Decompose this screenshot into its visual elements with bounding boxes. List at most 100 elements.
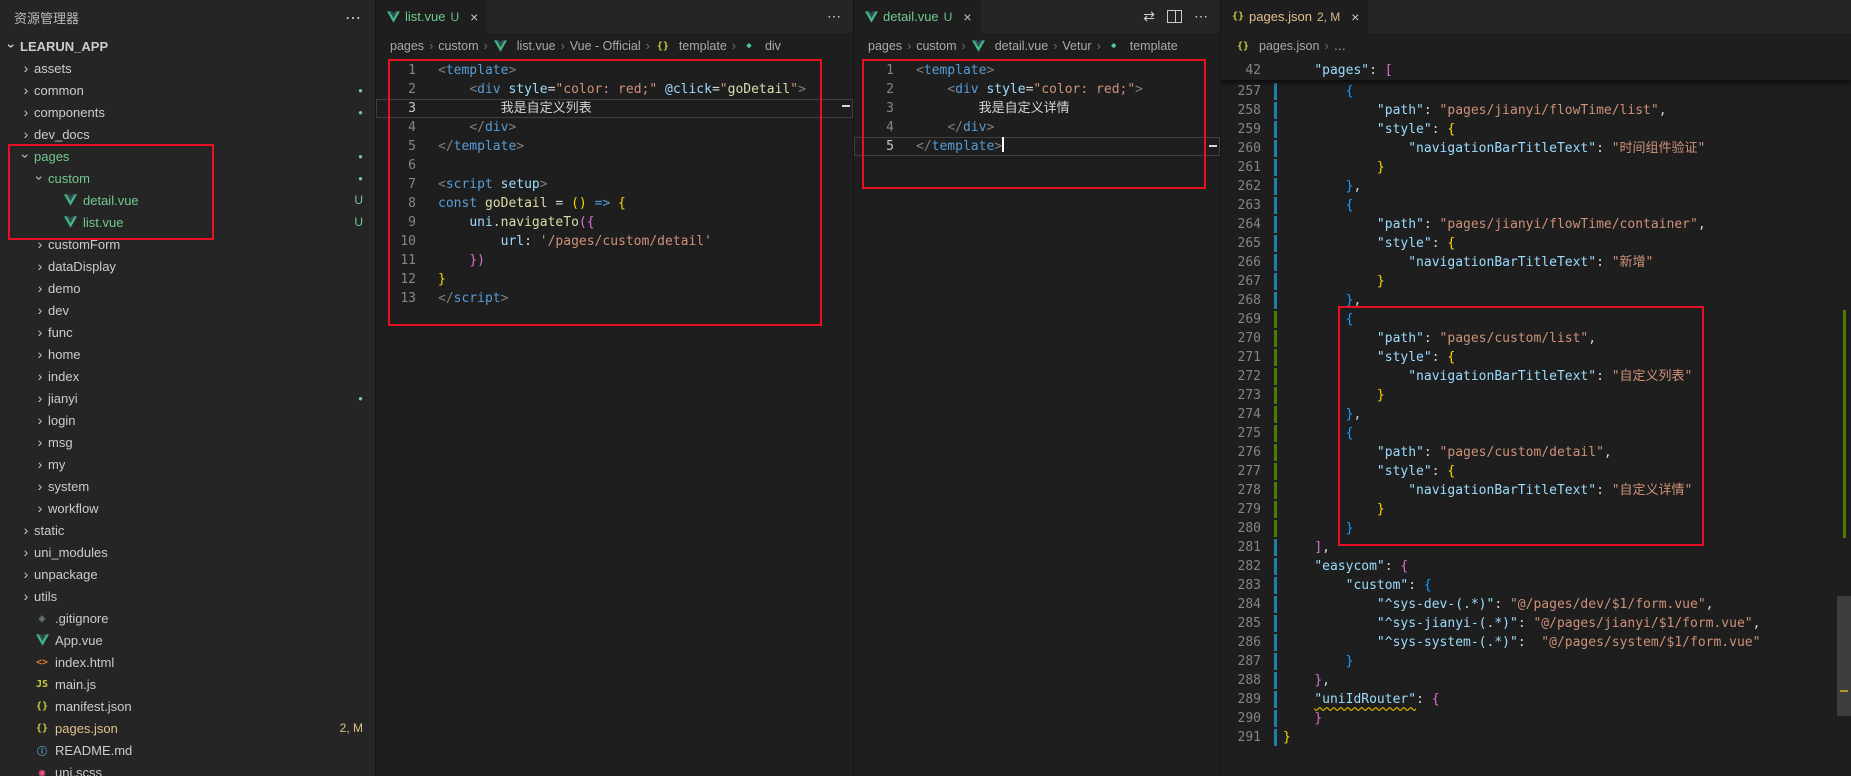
close-icon[interactable]: × bbox=[1351, 9, 1359, 25]
breadcrumb-item[interactable]: detail.vue bbox=[971, 39, 1049, 53]
code-line-42[interactable]: 42 "pages": [ bbox=[1221, 61, 1851, 80]
code-line-261[interactable]: 261 } bbox=[1221, 158, 1851, 177]
breadcrumb-item[interactable]: ◆div bbox=[741, 39, 781, 53]
code-line-285[interactable]: 285 "^sys-jianyi-(.*)": "@/pages/jianyi/… bbox=[1221, 614, 1851, 633]
breadcrumb-item[interactable]: {}pages.json bbox=[1235, 39, 1319, 53]
code-line-273[interactable]: 273 } bbox=[1221, 386, 1851, 405]
code-line-274[interactable]: 274 }, bbox=[1221, 405, 1851, 424]
tree-item-common[interactable]: ›common● bbox=[0, 79, 375, 101]
code-line-288[interactable]: 288 }, bbox=[1221, 671, 1851, 690]
tree-item-system[interactable]: ›system bbox=[0, 475, 375, 497]
code-line-260[interactable]: 260 "navigationBarTitleText": "时间组件验证" bbox=[1221, 139, 1851, 158]
code-line-287[interactable]: 287 } bbox=[1221, 652, 1851, 671]
tree-item-dev[interactable]: ›dev bbox=[0, 299, 375, 321]
close-icon[interactable]: × bbox=[963, 9, 971, 25]
tree-item-main.js[interactable]: JSmain.js bbox=[0, 673, 375, 695]
code-line-281[interactable]: 281 ], bbox=[1221, 538, 1851, 557]
more-actions-icon[interactable]: ⋯ bbox=[1194, 8, 1208, 25]
code-line-2[interactable]: 2 <div style="color: red;" @click="goDet… bbox=[376, 80, 853, 99]
tree-item-index.html[interactable]: <>index.html bbox=[0, 651, 375, 673]
code-editor[interactable]: 42 "pages": [ 257 {258 "path": "pages/jia… bbox=[1221, 59, 1851, 776]
code-line-282[interactable]: 282 "easycom": { bbox=[1221, 557, 1851, 576]
tree-item-list.vue[interactable]: list.vueU bbox=[0, 211, 375, 233]
tree-item-README.md[interactable]: ⓘREADME.md bbox=[0, 739, 375, 761]
tree-item-demo[interactable]: ›demo bbox=[0, 277, 375, 299]
code-line-263[interactable]: 263 { bbox=[1221, 196, 1851, 215]
tree-item-manifest.json[interactable]: {}manifest.json bbox=[0, 695, 375, 717]
code-editor[interactable]: 1<template>2 <div style="color: red;">3 … bbox=[854, 59, 1220, 776]
code-line-1[interactable]: 1<template> bbox=[376, 61, 853, 80]
tree-item-.gitignore[interactable]: ◈.gitignore bbox=[0, 607, 375, 629]
code-line-2[interactable]: 2 <div style="color: red;"> bbox=[854, 80, 1220, 99]
code-line-272[interactable]: 272 "navigationBarTitleText": "自定义列表" bbox=[1221, 367, 1851, 386]
split-editor-icon[interactable] bbox=[1167, 10, 1182, 23]
tree-item-login[interactable]: ›login bbox=[0, 409, 375, 431]
code-line-290[interactable]: 290 } bbox=[1221, 709, 1851, 728]
code-line-13[interactable]: 13</script> bbox=[376, 289, 853, 308]
code-line-5[interactable]: 5</template> bbox=[376, 137, 853, 156]
code-line-267[interactable]: 267 } bbox=[1221, 272, 1851, 291]
breadcrumb-item[interactable]: Vue - Official bbox=[570, 39, 641, 53]
code-line-275[interactable]: 275 { bbox=[1221, 424, 1851, 443]
more-actions-icon[interactable]: ⋯ bbox=[345, 8, 361, 28]
code-line-1[interactable]: 1<template> bbox=[854, 61, 1220, 80]
code-line-289[interactable]: 289 "uniIdRouter": { bbox=[1221, 690, 1851, 709]
code-line-280[interactable]: 280 } bbox=[1221, 519, 1851, 538]
tree-item-App.vue[interactable]: App.vue bbox=[0, 629, 375, 651]
tree-item-func[interactable]: ›func bbox=[0, 321, 375, 343]
tab-pages.json[interactable]: {} pages.json 2, M × bbox=[1221, 0, 1368, 33]
tree-item-home[interactable]: ›home bbox=[0, 343, 375, 365]
code-line-3[interactable]: 3 我是自定义详情 bbox=[854, 99, 1220, 118]
code-line-9[interactable]: 9 uni.navigateTo({ bbox=[376, 213, 853, 232]
tab-list.vue[interactable]: list.vue U × bbox=[376, 0, 487, 33]
breadcrumb-item[interactable]: pages bbox=[390, 39, 424, 53]
tree-item-detail.vue[interactable]: detail.vueU bbox=[0, 189, 375, 211]
tree-item-custom[interactable]: ›custom● bbox=[0, 167, 375, 189]
tab-detail.vue[interactable]: detail.vue U × bbox=[854, 0, 981, 33]
project-root-row[interactable]: › LEARUN_APP bbox=[0, 35, 375, 57]
compare-icon[interactable]: ⇄ bbox=[1143, 8, 1155, 25]
code-line-5[interactable]: 5</template> bbox=[854, 137, 1220, 156]
code-line-258[interactable]: 258 "path": "pages/jianyi/flowTime/list"… bbox=[1221, 101, 1851, 120]
code-line-7[interactable]: 7<script setup> bbox=[376, 175, 853, 194]
code-line-11[interactable]: 11 }) bbox=[376, 251, 853, 270]
code-line-291[interactable]: 291} bbox=[1221, 728, 1851, 747]
tree-item-utils[interactable]: ›utils bbox=[0, 585, 375, 607]
breadcrumb-item[interactable]: custom bbox=[916, 39, 956, 53]
code-line-271[interactable]: 271 "style": { bbox=[1221, 348, 1851, 367]
more-actions-icon[interactable]: ⋯ bbox=[827, 8, 841, 25]
code-line-257[interactable]: 257 { bbox=[1221, 82, 1851, 101]
code-line-276[interactable]: 276 "path": "pages/custom/detail", bbox=[1221, 443, 1851, 462]
breadcrumb-item[interactable]: … bbox=[1334, 39, 1347, 53]
tree-item-uni.scss[interactable]: ◉uni.scss bbox=[0, 761, 375, 776]
code-line-3[interactable]: 3 我是自定义列表 bbox=[376, 99, 853, 118]
tree-item-assets[interactable]: ›assets bbox=[0, 57, 375, 79]
code-line-286[interactable]: 286 "^sys-system-(.*)": "@/pages/system/… bbox=[1221, 633, 1851, 652]
code-line-6[interactable]: 6 bbox=[376, 156, 853, 175]
code-line-278[interactable]: 278 "navigationBarTitleText": "自定义详情" bbox=[1221, 481, 1851, 500]
tree-item-workflow[interactable]: ›workflow bbox=[0, 497, 375, 519]
breadcrumb-item[interactable]: {}template bbox=[655, 39, 727, 53]
breadcrumb-item[interactable]: pages bbox=[868, 39, 902, 53]
code-line-8[interactable]: 8const goDetail = () => { bbox=[376, 194, 853, 213]
code-line-264[interactable]: 264 "path": "pages/jianyi/flowTime/conta… bbox=[1221, 215, 1851, 234]
tree-item-uni_modules[interactable]: ›uni_modules bbox=[0, 541, 375, 563]
code-line-266[interactable]: 266 "navigationBarTitleText": "新增" bbox=[1221, 253, 1851, 272]
tree-item-index[interactable]: ›index bbox=[0, 365, 375, 387]
code-line-279[interactable]: 279 } bbox=[1221, 500, 1851, 519]
tree-item-static[interactable]: ›static bbox=[0, 519, 375, 541]
tree-item-my[interactable]: ›my bbox=[0, 453, 375, 475]
tree-item-dev_docs[interactable]: ›dev_docs bbox=[0, 123, 375, 145]
code-line-284[interactable]: 284 "^sys-dev-(.*)": "@/pages/dev/$1/for… bbox=[1221, 595, 1851, 614]
breadcrumb-item[interactable]: list.vue bbox=[493, 39, 556, 53]
code-line-269[interactable]: 269 { bbox=[1221, 310, 1851, 329]
close-icon[interactable]: × bbox=[470, 9, 478, 25]
tree-item-unpackage[interactable]: ›unpackage bbox=[0, 563, 375, 585]
code-line-4[interactable]: 4 </div> bbox=[376, 118, 853, 137]
code-line-265[interactable]: 265 "style": { bbox=[1221, 234, 1851, 253]
code-line-259[interactable]: 259 "style": { bbox=[1221, 120, 1851, 139]
code-line-4[interactable]: 4 </div> bbox=[854, 118, 1220, 137]
code-line-268[interactable]: 268 }, bbox=[1221, 291, 1851, 310]
tree-item-pages.json[interactable]: {}pages.json2, M bbox=[0, 717, 375, 739]
tree-item-components[interactable]: ›components● bbox=[0, 101, 375, 123]
